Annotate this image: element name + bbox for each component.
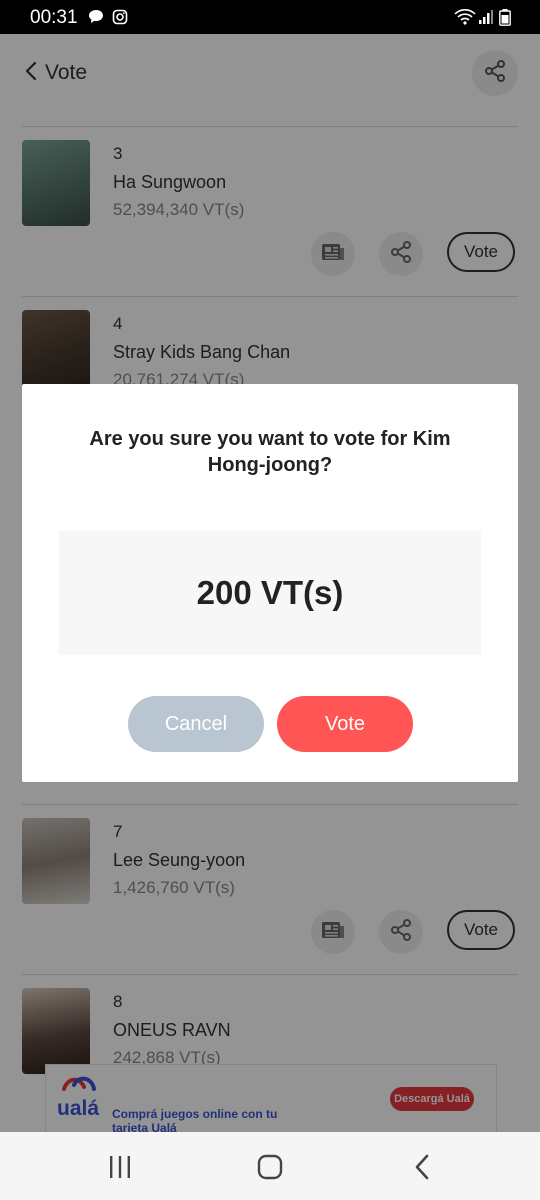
chat-notification-icon — [88, 9, 104, 30]
instagram-icon — [112, 9, 128, 30]
signal-icon — [479, 9, 493, 30]
home-icon[interactable] — [257, 1154, 283, 1185]
dialog-question: Are you sure you want to vote for Kim Ho… — [89, 428, 451, 476]
wifi-icon — [454, 9, 476, 30]
confirm-vote-button[interactable]: Vote — [277, 696, 413, 752]
vote-amount: 200 VT(s) — [59, 531, 481, 655]
status-time: 00:31 — [30, 7, 78, 28]
recents-icon[interactable] — [107, 1154, 133, 1185]
status-bar: 00:31 — [0, 0, 540, 34]
vote-confirm-dialog: Are you sure you want to vote for Kim Ho… — [22, 384, 518, 782]
system-nav-bar — [0, 1132, 540, 1200]
cancel-button[interactable]: Cancel — [128, 696, 264, 752]
nav-back-icon[interactable] — [410, 1154, 436, 1185]
battery-icon — [499, 9, 511, 31]
